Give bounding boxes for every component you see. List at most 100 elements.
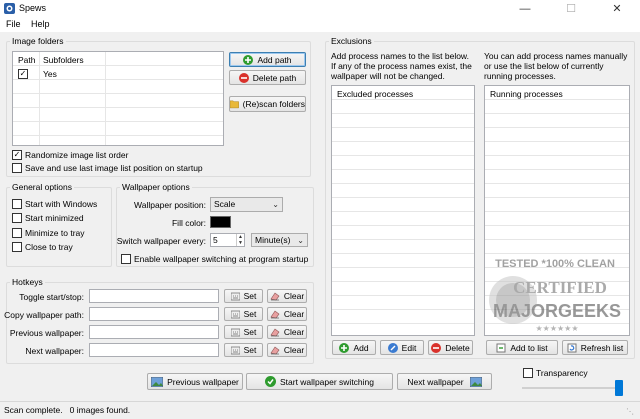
- refresh-list-button[interactable]: Refresh list: [562, 340, 628, 355]
- eraser-icon: [270, 328, 280, 336]
- minimize-to-tray-checkbox[interactable]: [12, 228, 22, 238]
- add-exclusion-button[interactable]: Add: [332, 340, 376, 355]
- wallpaper-position-select[interactable]: Scale ⌄: [210, 197, 283, 212]
- randomize-label: Randomize image list order: [25, 150, 129, 160]
- hotkey-set-button[interactable]: Set: [224, 343, 263, 357]
- minimize-icon[interactable]: —: [502, 0, 548, 18]
- minimize-to-tray-label: Minimize to tray: [25, 228, 85, 238]
- keyboard-icon: [230, 310, 240, 318]
- remove-icon: [238, 72, 249, 83]
- hotkey-input[interactable]: [89, 307, 219, 321]
- hotkey-clear-button[interactable]: Clear: [267, 307, 307, 321]
- exclusions-right-description: You can add process names manually or us…: [484, 51, 628, 81]
- start-minimized-checkbox[interactable]: [12, 213, 22, 223]
- add-path-button[interactable]: Add path: [229, 52, 306, 67]
- wallpaper-options-title: Wallpaper options: [120, 182, 192, 192]
- excluded-processes-list[interactable]: Excluded processes: [331, 85, 475, 336]
- keyboard-icon: [230, 328, 240, 336]
- add-icon: [243, 54, 254, 65]
- delete-path-button[interactable]: Delete path: [229, 70, 306, 85]
- running-processes-header: Running processes: [490, 89, 563, 99]
- window-title: Spews: [19, 3, 47, 13]
- menu-file[interactable]: File: [6, 19, 21, 29]
- hotkey-label: Next wallpaper:: [25, 346, 84, 356]
- list-add-icon: [496, 343, 506, 352]
- add-icon: [339, 342, 350, 353]
- hotkey-set-button[interactable]: Set: [224, 289, 263, 303]
- resize-grip-icon[interactable]: ⋱: [626, 407, 636, 417]
- start-minimized-label: Start minimized: [25, 213, 84, 223]
- hotkey-input[interactable]: [89, 343, 219, 357]
- fill-color-swatch[interactable]: [210, 216, 231, 228]
- watermark-line3: MAJORGEEKS: [493, 301, 621, 321]
- fill-color-label: Fill color:: [171, 218, 206, 228]
- menu-bar: [0, 18, 640, 32]
- transparency-checkbox[interactable]: [523, 368, 533, 378]
- general-options-title: General options: [10, 182, 75, 192]
- add-to-list-button[interactable]: Add to list: [486, 340, 558, 355]
- keyboard-icon: [230, 346, 240, 354]
- hotkey-input[interactable]: [89, 325, 219, 339]
- excluded-processes-header: Excluded processes: [337, 89, 414, 99]
- close-icon[interactable]: ✕: [594, 0, 640, 18]
- switch-unit-select[interactable]: Minute(s) ⌄: [251, 233, 308, 247]
- hotkey-clear-button[interactable]: Clear: [267, 325, 307, 339]
- app-icon: [4, 3, 15, 14]
- spinner-icon[interactable]: ▲ ▼: [236, 234, 244, 246]
- hotkey-set-button[interactable]: Set: [224, 307, 263, 321]
- refresh-icon: [567, 343, 577, 352]
- path-row-subfolders: Yes: [43, 69, 57, 79]
- save-position-label: Save and use last image list position on…: [25, 163, 203, 173]
- start-with-windows-checkbox[interactable]: [12, 199, 22, 209]
- chevron-down-icon: ⌄: [272, 200, 279, 209]
- hotkey-clear-button[interactable]: Clear: [267, 289, 307, 303]
- watermark-stars: ★★★★★★: [535, 324, 578, 333]
- randomize-checkbox[interactable]: ✓: [12, 150, 22, 160]
- majorgeeks-watermark: TESTED *100% CLEAN CERTIFIED MAJORGEEKS …: [489, 258, 621, 333]
- previous-wallpaper-button[interactable]: Previous wallpaper: [147, 373, 243, 390]
- check-circle-icon: [264, 376, 276, 387]
- keyboard-icon: [230, 292, 240, 300]
- status-text: Scan complete. 0 images found.: [4, 405, 131, 415]
- image-icon: [151, 376, 164, 387]
- hotkey-label: Copy wallpaper path:: [4, 310, 84, 320]
- rescan-folders-button[interactable]: (Re)scan folders: [229, 96, 306, 112]
- image-folders-title: Image folders: [10, 36, 66, 46]
- hotkey-set-button[interactable]: Set: [224, 325, 263, 339]
- next-wallpaper-button[interactable]: Next wallpaper: [397, 373, 492, 390]
- column-subfolders[interactable]: Subfolders: [43, 55, 84, 65]
- start-with-windows-label: Start with Windows: [25, 199, 98, 209]
- switch-every-input[interactable]: 5 ▲ ▼: [210, 233, 245, 247]
- image-icon: [469, 376, 482, 387]
- column-path[interactable]: Path: [18, 55, 36, 65]
- start-switching-button[interactable]: Start wallpaper switching: [246, 373, 393, 390]
- transparency-slider-thumb[interactable]: [615, 380, 623, 396]
- transparency-slider-track[interactable]: [522, 387, 622, 389]
- watermark-line1: TESTED *100% CLEAN: [495, 258, 615, 270]
- close-to-tray-label: Close to tray: [25, 242, 73, 252]
- chevron-down-icon: ⌄: [297, 236, 304, 245]
- eraser-icon: [270, 292, 280, 300]
- maximize-icon[interactable]: ☐: [548, 0, 594, 18]
- exclusions-left-description: Add process names to the list below. If …: [331, 51, 472, 81]
- close-to-tray-checkbox[interactable]: [12, 242, 22, 252]
- eraser-icon: [270, 310, 280, 318]
- hotkeys-title: Hotkeys: [10, 277, 45, 287]
- hotkey-clear-button[interactable]: Clear: [267, 343, 307, 357]
- hotkey-input[interactable]: [89, 289, 219, 303]
- watermark-line2: CERTIFIED: [513, 278, 607, 297]
- image-folders-list[interactable]: Path Subfolders ✓ Yes: [12, 51, 224, 146]
- folder-icon: [230, 100, 239, 109]
- path-row-checkbox[interactable]: ✓: [18, 69, 28, 79]
- enable-at-startup-checkbox[interactable]: [121, 254, 131, 264]
- hotkey-label: Toggle start/stop:: [19, 292, 84, 302]
- transparency-label: Transparency: [536, 368, 588, 378]
- eraser-icon: [270, 346, 280, 354]
- edit-exclusion-button[interactable]: Edit: [380, 340, 424, 355]
- exclusions-title: Exclusions: [329, 36, 374, 46]
- menu-help[interactable]: Help: [31, 19, 50, 29]
- save-position-checkbox[interactable]: [12, 163, 22, 173]
- delete-exclusion-button[interactable]: Delete: [428, 340, 473, 355]
- edit-icon: [387, 342, 398, 353]
- switch-every-label: Switch wallpaper every:: [116, 236, 206, 246]
